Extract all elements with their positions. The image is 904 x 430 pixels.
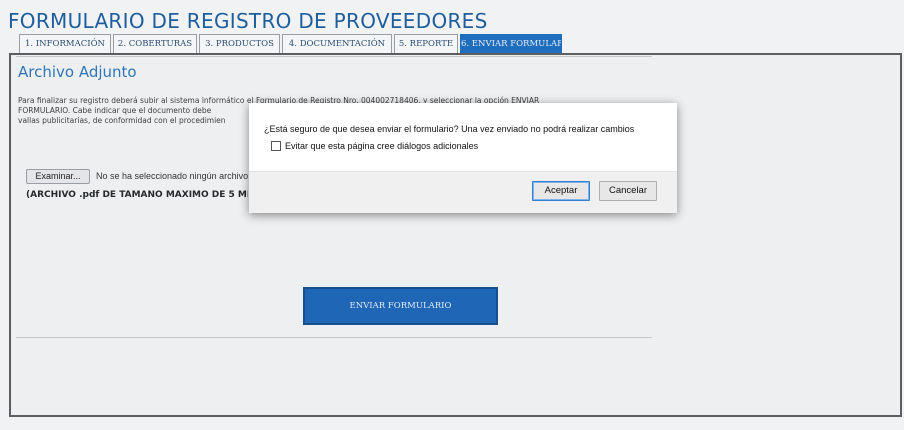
dialog-message: ¿Está seguro de que desea enviar el form… [264, 124, 635, 134]
file-size-note: (ARCHIVO .pdf DE TAMAÑO MÁXIMO DE 5 MB) [26, 190, 248, 200]
tab-documentacion[interactable]: 4. DOCUMENTACIÓN [282, 34, 392, 53]
section-title: Archivo Adjunto [18, 63, 137, 81]
accept-button[interactable]: Aceptar [532, 181, 590, 201]
page-title: FORMULARIO DE REGISTRO DE PROVEEDORES [8, 9, 488, 33]
send-form-button[interactable]: ENVIAR FORMULARIO [303, 287, 498, 325]
tab-productos[interactable]: 3. PRODUCTOS [199, 34, 280, 53]
tab-bar: 1. INFORMACIÓN 2. COBERTURAS 3. PRODUCTO… [19, 34, 564, 53]
file-status-text: No se ha seleccionado ningún archivo. [96, 171, 248, 181]
divider [16, 56, 652, 57]
suppress-dialogs-checkbox[interactable] [271, 141, 281, 151]
tab-enviar-formulario[interactable]: 6. ENVIAR FORMULARIO [460, 34, 562, 53]
tab-coberturas[interactable]: 2. COBERTURAS [113, 34, 197, 53]
tab-reporte[interactable]: 5. REPORTE [394, 34, 458, 53]
browse-file-button[interactable]: Examinar... [26, 169, 90, 184]
tab-informacion[interactable]: 1. INFORMACIÓN [19, 34, 111, 53]
confirm-dialog: ¿Está seguro de que desea enviar el form… [249, 103, 677, 213]
divider [16, 337, 652, 338]
cancel-button[interactable]: Cancelar [599, 181, 657, 201]
suppress-dialogs-label[interactable]: Evitar que esta página cree diálogos adi… [285, 141, 478, 151]
